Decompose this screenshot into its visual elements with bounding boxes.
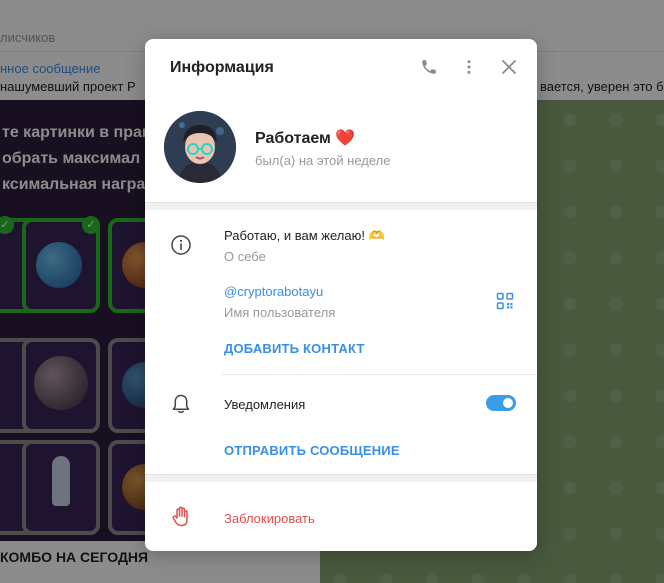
profile-name: Работаем ❤️: [255, 130, 356, 147]
add-contact-button[interactable]: ДОБАВИТЬ КОНТАКТ: [224, 341, 365, 356]
close-icon[interactable]: [498, 56, 520, 78]
avatar[interactable]: [164, 111, 236, 183]
username-label: Имя пользователя: [224, 305, 336, 320]
hand-block-icon: [170, 506, 192, 528]
profile-section: Работаем ❤️ был(а) на этой неделе: [145, 95, 537, 202]
section-separator: [145, 202, 537, 210]
phone-icon[interactable]: [418, 56, 440, 78]
modal-title: Информация: [170, 59, 274, 76]
send-message-button[interactable]: ОТПРАВИТЬ СООБЩЕНИЕ: [224, 443, 400, 458]
more-vertical-icon[interactable]: [458, 56, 480, 78]
user-info-modal: Информация Работаем ❤️ был(а) на этой не…: [145, 39, 537, 551]
notifications-toggle[interactable]: [486, 395, 516, 411]
info-icon: [170, 234, 192, 256]
bio-text: Работаю, и вам желаю! 🫶: [224, 228, 385, 243]
modal-header: Информация: [145, 39, 537, 95]
notifications-label: Уведомления: [224, 397, 306, 412]
username-link[interactable]: @cryptorabotayu: [224, 284, 323, 299]
row-divider: [222, 374, 537, 375]
block-user-button[interactable]: Заблокировать: [224, 511, 315, 526]
bell-icon: [170, 393, 192, 415]
qr-code-icon[interactable]: [496, 292, 514, 310]
bio-label: О себе: [224, 249, 266, 264]
profile-status: был(а) на этой неделе: [255, 153, 391, 168]
section-separator: [145, 474, 537, 482]
toggle-knob: [501, 396, 515, 410]
